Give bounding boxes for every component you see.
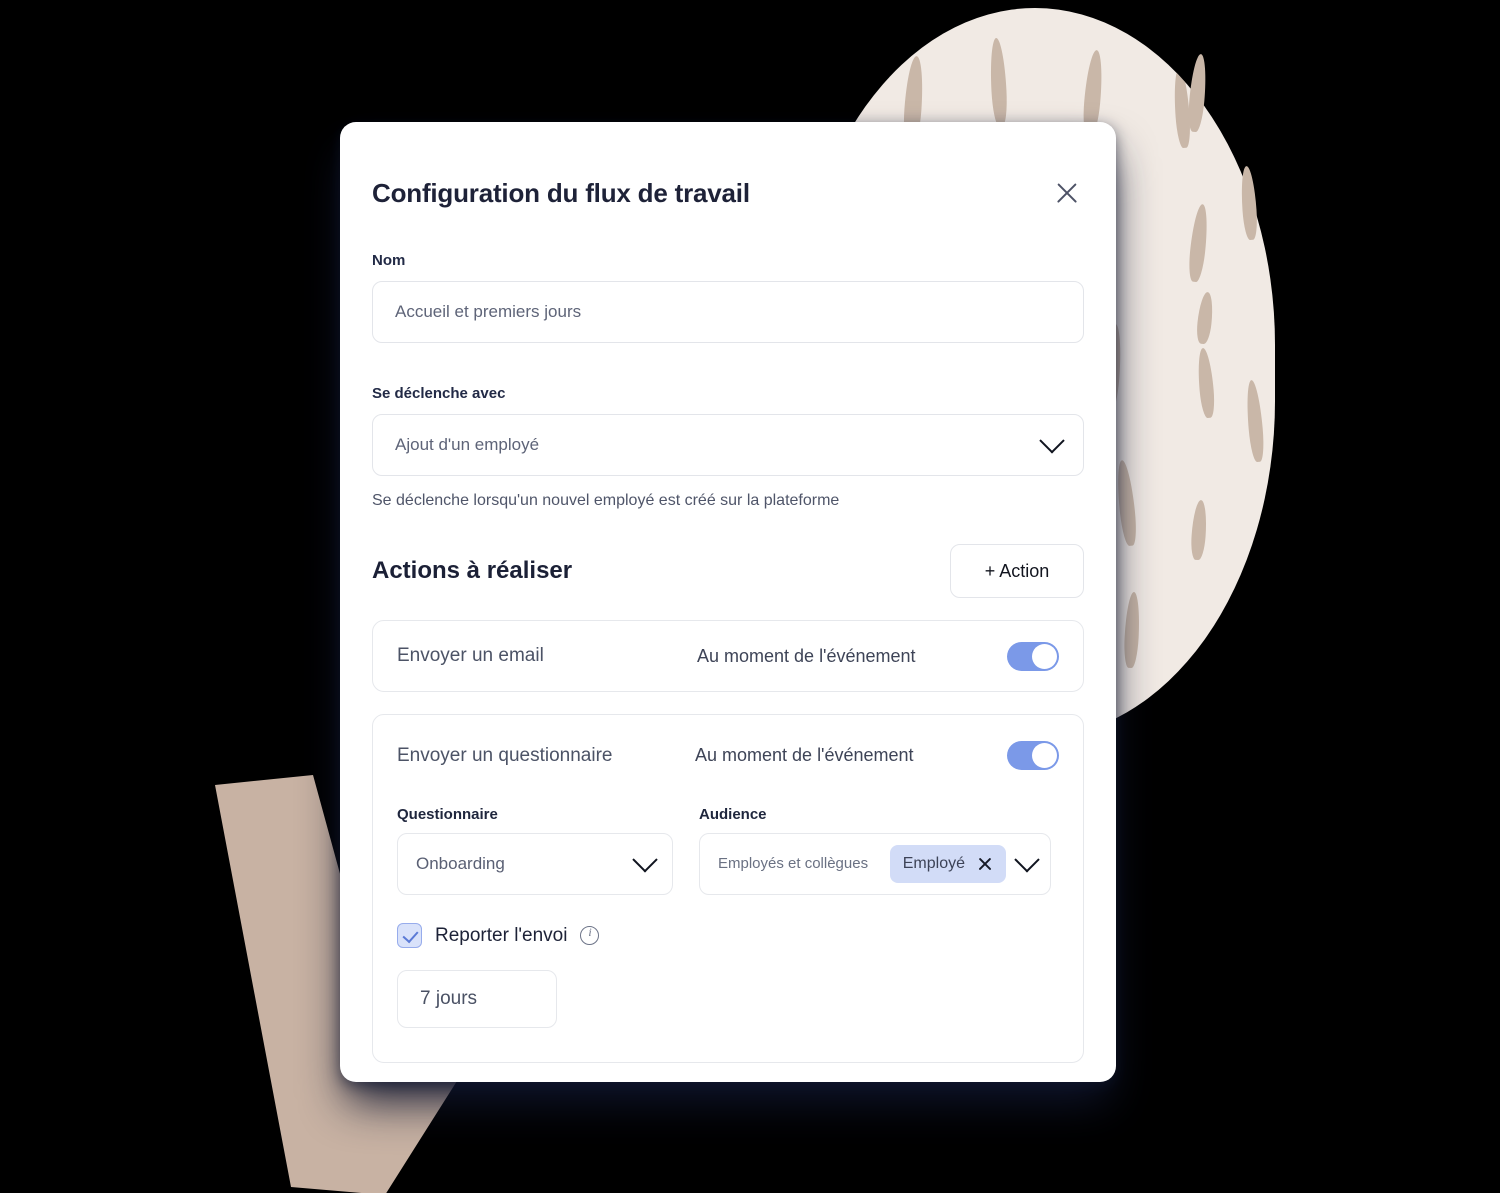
add-action-button[interactable]: + Action [950,544,1084,598]
action-row: Envoyer un email Au moment de l'événemen… [397,621,1059,691]
action-timing-email: Au moment de l'événement [697,645,916,666]
action-row: Envoyer un questionnaire Au moment de l'… [397,715,1059,782]
close-icon[interactable] [1050,176,1084,210]
action-name-questionnaire: Envoyer un questionnaire [397,744,613,766]
chevron-down-icon [632,847,658,873]
name-input-value: Accueil et premiers jours [395,302,582,321]
action-toggle-questionnaire[interactable] [1007,741,1059,770]
info-icon[interactable] [580,925,600,945]
close-icon[interactable] [977,856,993,872]
action-toggle-email[interactable] [1007,641,1059,671]
workflow-configuration-modal: Configuration du flux de travail Nom Acc… [340,122,1116,1082]
delay-checkbox[interactable] [397,923,422,948]
delay-checkbox-label: Reporter l'envoi [435,924,568,946]
delay-checkbox-row: Reporter l'envoi [397,923,1059,948]
audience-multiselect[interactable]: Employés et collègues Employé [699,833,1051,895]
modal-header: Configuration du flux de travail [372,158,1084,210]
trigger-select-value: Ajout d'un employé [395,435,540,454]
audience-chip-label: Employé [902,855,965,872]
audience-select-group: Audience Employés et collègues Employé [699,806,1051,895]
questionnaire-settings: Questionnaire Onboarding Audience Employ… [397,806,1059,895]
action-card-email: Envoyer un email Au moment de l'événemen… [372,620,1084,692]
page-title: Configuration du flux de travail [372,178,750,208]
name-field-label: Nom [372,252,406,269]
actions-section-title: Actions à réaliser [372,557,573,584]
toggle-knob [1032,643,1057,669]
chevron-down-icon [1014,847,1040,873]
chevron-down-icon [1039,428,1065,454]
decorative-flecks [1180,40,1300,700]
questionnaire-select[interactable]: Onboarding [397,833,673,895]
actions-section-header: Actions à réaliser + Action [372,544,1084,598]
audience-label: Audience [699,806,767,823]
questionnaire-select-group: Questionnaire Onboarding [397,806,673,895]
action-timing-questionnaire: Au moment de l'événement [695,745,914,765]
toggle-knob [1032,743,1057,768]
audience-chip[interactable]: Employé [889,845,1006,883]
name-input[interactable]: Accueil et premiers jours [372,281,1084,343]
action-name-email: Envoyer un email [397,645,544,666]
trigger-helper-text: Se déclenche lorsqu'un nouvel employé es… [372,492,840,509]
delay-days-input[interactable]: 7 jours [397,970,557,1028]
audience-placeholder: Employés et collègues [718,854,869,872]
delay-days-value: 7 jours [420,988,478,1009]
questionnaire-select-value: Onboarding [416,854,505,873]
action-card-questionnaire: Envoyer un questionnaire Au moment de l'… [372,714,1084,1063]
questionnaire-label: Questionnaire [397,806,498,823]
trigger-select[interactable]: Ajout d'un employé [372,414,1084,476]
trigger-field-label: Se déclenche avec [372,385,506,402]
screenshot-stage: Configuration du flux de travail Nom Acc… [0,0,1500,1193]
